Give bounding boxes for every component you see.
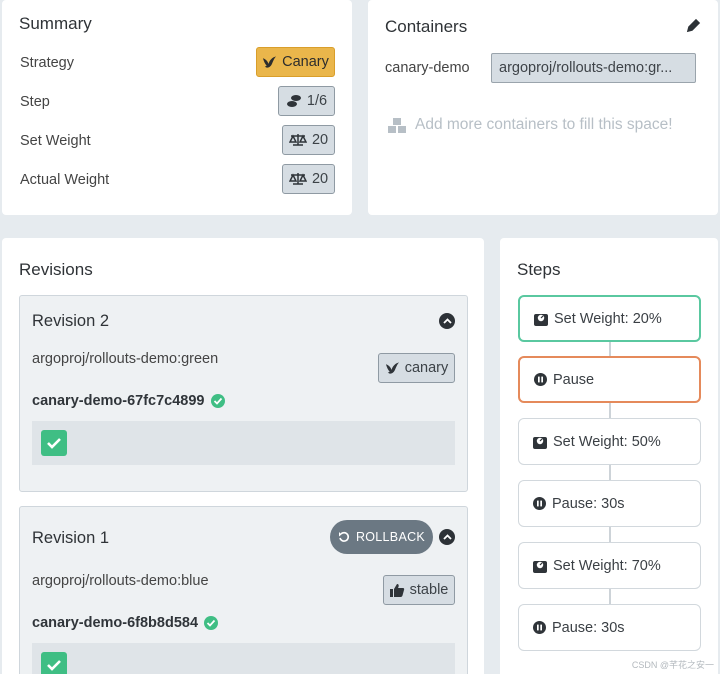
revision-title: Revision 2: [32, 312, 110, 330]
add-more-text: Add more containers to fill this space!: [415, 116, 673, 133]
container-name: canary-demo: [385, 60, 470, 76]
canary-tag: canary: [378, 353, 455, 383]
step-value: 1/6: [306, 93, 328, 109]
shoe-prints-icon: [286, 95, 301, 107]
summary-title: Summary: [19, 14, 92, 33]
strategy-badge: Canary: [256, 47, 335, 77]
step-item[interactable]: Set Weight: 50%: [518, 418, 701, 465]
check-icon: [47, 660, 61, 671]
rollback-label: ROLLBACK: [355, 530, 426, 544]
weight-icon: [533, 560, 547, 573]
revision-panel: Revision 1 ROLLBACK argoproj/rollouts-de…: [19, 506, 468, 674]
check-icon: [47, 438, 61, 449]
revision-panel: Revision 2 argoproj/rollouts-demo:green …: [19, 295, 468, 492]
pause-circle-icon: [534, 373, 547, 386]
set-weight-value: 20: [311, 132, 329, 148]
pencil-icon[interactable]: [686, 18, 701, 33]
revision-title: Revision 1: [32, 529, 110, 547]
balance-scale-icon: [288, 134, 307, 146]
undo-icon: [338, 531, 349, 542]
summary-card: Summary Strategy Canary Step 1/6 Set Wei…: [2, 0, 352, 215]
replicaset-label: canary-demo-67fc7c4899: [32, 393, 205, 409]
step-connector: [609, 342, 611, 356]
step-item[interactable]: Set Weight: 20%: [518, 295, 701, 342]
summary-label-actual-weight: Actual Weight: [20, 172, 110, 188]
step-label: Pause: 30s: [552, 495, 625, 512]
container-image-input[interactable]: argoproj/rollouts-demo:gr...: [491, 53, 696, 83]
pod-status-icon[interactable]: [41, 652, 67, 674]
step-label: Set Weight: 50%: [553, 433, 661, 450]
replicaset-label: canary-demo-6f8b8d584: [32, 615, 199, 631]
collapse-icon[interactable]: [439, 529, 455, 545]
container-image-value: argoproj/rollouts-demo:gr...: [499, 60, 673, 76]
step-item[interactable]: Pause: 30s: [518, 480, 701, 527]
strategy-value: Canary: [282, 54, 329, 70]
check-circle-icon: [210, 394, 225, 408]
step-label: Pause: [553, 371, 595, 388]
balance-scale-icon: [288, 173, 307, 185]
step-label: Set Weight: 20%: [554, 310, 662, 327]
step-badge: 1/6: [278, 86, 335, 116]
canary-tag-label: canary: [404, 360, 449, 376]
watermark: CSDN @芊花之安一: [631, 660, 714, 670]
bird-icon: [263, 56, 277, 68]
revision-image: argoproj/rollouts-demo:blue: [32, 573, 209, 589]
thumbs-up-icon: [389, 584, 404, 597]
step-connector: [609, 465, 611, 480]
step-item[interactable]: Pause: [518, 356, 701, 403]
summary-label-step: Step: [20, 94, 50, 110]
steps-card: Steps Set Weight: 20% Pause Set Weight: …: [500, 238, 718, 674]
step-label: Set Weight: 70%: [553, 557, 661, 574]
containers-card: Containers canary-demo argoproj/rollouts…: [368, 0, 718, 215]
set-weight-badge: 20: [282, 125, 335, 155]
stable-tag-label: stable: [409, 582, 449, 598]
step-item[interactable]: Set Weight: 70%: [518, 542, 701, 589]
summary-label-set-weight: Set Weight: [20, 133, 91, 149]
collapse-icon[interactable]: [439, 313, 455, 329]
weight-icon: [533, 436, 547, 449]
actual-weight-value: 20: [311, 171, 329, 187]
rollback-button[interactable]: ROLLBACK: [330, 520, 433, 554]
step-connector: [609, 527, 611, 542]
pause-circle-icon: [533, 497, 546, 510]
pod-status-bar: [32, 643, 455, 674]
revisions-card: Revisions Revision 2 argoproj/rollouts-d…: [2, 238, 484, 674]
add-more-containers-hint: Add more containers to fill this space!: [388, 116, 673, 134]
step-item[interactable]: Pause: 30s: [518, 604, 701, 651]
summary-label-strategy: Strategy: [20, 55, 74, 71]
revision-image: argoproj/rollouts-demo:green: [32, 351, 219, 367]
replicaset-name[interactable]: canary-demo-67fc7c4899: [32, 393, 225, 409]
boxes-icon: [388, 117, 406, 133]
weight-icon: [534, 313, 548, 326]
containers-title: Containers: [385, 17, 468, 36]
bird-icon: [385, 362, 399, 374]
check-circle-icon: [204, 616, 219, 630]
pod-status-bar: [32, 421, 455, 465]
stable-tag: stable: [383, 575, 455, 605]
replicaset-name[interactable]: canary-demo-6f8b8d584: [32, 615, 219, 631]
step-connector: [609, 589, 611, 604]
steps-title: Steps: [517, 260, 561, 279]
pod-status-icon[interactable]: [41, 430, 67, 456]
actual-weight-badge: 20: [282, 164, 335, 194]
step-label: Pause: 30s: [552, 619, 625, 636]
pause-circle-icon: [533, 621, 546, 634]
revisions-title: Revisions: [19, 260, 93, 279]
step-connector: [609, 403, 611, 418]
